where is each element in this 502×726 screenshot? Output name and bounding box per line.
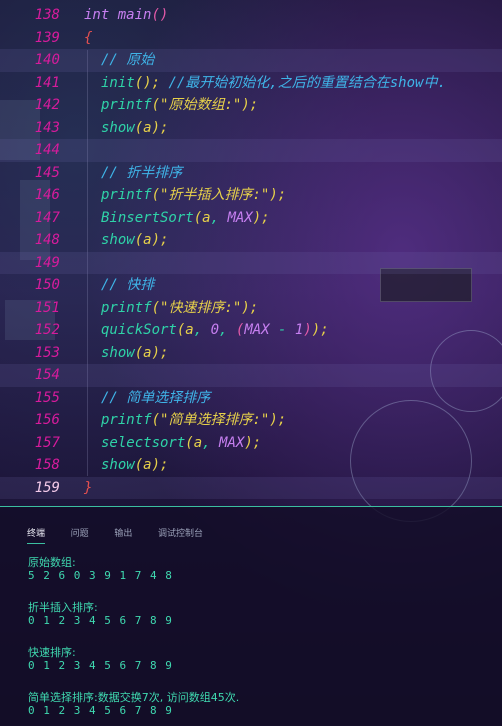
line-number: 158 xyxy=(34,457,60,473)
line-number: 144 xyxy=(34,142,60,158)
line-number: 156 xyxy=(34,412,60,428)
code-line[interactable]: 144 xyxy=(0,139,502,162)
line-number: 151 xyxy=(34,299,60,316)
code-text: quickSort(a, 0, (MAX - 1)); xyxy=(101,322,329,338)
line-number: 145 xyxy=(34,164,60,181)
line-number: 139 xyxy=(34,29,60,46)
tab-terminal[interactable]: 终端 xyxy=(27,526,46,544)
code-line[interactable]: 140 // 原始 xyxy=(0,49,502,72)
code-line[interactable]: 151 printf("快速排序:"); xyxy=(0,297,502,320)
line-number: 157 xyxy=(34,434,60,451)
line-number: 142 xyxy=(34,97,60,113)
code-text: printf("简单选择排序:"); xyxy=(101,412,287,428)
terminal-line: 0 1 2 3 4 5 6 7 8 9 xyxy=(28,659,173,672)
terminal-line: 快速排序: xyxy=(28,646,76,659)
terminal-line: 0 1 2 3 4 5 6 7 8 9 xyxy=(28,614,173,627)
code-line[interactable]: 143 show(a); xyxy=(0,117,502,140)
terminal-line: 5 2 6 0 3 9 1 7 4 8 xyxy=(28,569,173,582)
code-line[interactable]: 154 xyxy=(0,364,502,387)
tab-debug-console[interactable]: 调试控制台 xyxy=(158,526,203,543)
code-line[interactable]: 139 { xyxy=(0,27,502,50)
line-number: 153 xyxy=(34,344,60,361)
code-text: { xyxy=(84,29,93,46)
code-line[interactable]: 141 init(); //最开始初始化,之后的重置结合在show中. xyxy=(0,72,502,95)
line-number: 159 xyxy=(34,479,60,496)
line-number: 149 xyxy=(34,254,60,271)
line-number: 138 xyxy=(34,7,60,23)
code-text: show(a); xyxy=(101,457,169,473)
code-line[interactable]: 155 // 简单选择排序 xyxy=(0,387,502,410)
code-line[interactable]: 158 show(a); xyxy=(0,454,502,477)
code-editor[interactable]: 138 int main() 139 { 140 // 原始 141 init(… xyxy=(0,0,502,506)
terminal-line: 0 1 2 3 4 5 6 7 8 9 xyxy=(28,704,173,717)
code-text: selectsort(a, MAX); xyxy=(101,434,262,451)
code-text: printf("原始数组:"); xyxy=(101,97,259,113)
tab-output[interactable]: 输出 xyxy=(114,526,132,543)
code-comment: // 折半排序 xyxy=(101,164,183,181)
line-number: 146 xyxy=(34,187,60,203)
code-comment: // 原始 xyxy=(101,52,155,68)
line-number: 141 xyxy=(34,74,60,91)
code-line[interactable]: 147 BinsertSort(a, MAX); xyxy=(0,207,502,230)
code-text: init(); //最开始初始化,之后的重置结合在show中. xyxy=(101,74,446,91)
code-text: show(a); xyxy=(101,344,169,361)
panel-tabs: 终端 问题 输出 调试控制台 xyxy=(27,521,219,544)
code-line[interactable]: 142 printf("原始数组:"); xyxy=(0,94,502,117)
code-text: BinsertSort(a, MAX); xyxy=(101,209,270,226)
line-number: 155 xyxy=(34,389,60,406)
code-text: show(a); xyxy=(101,232,169,248)
line-number: 143 xyxy=(34,119,60,136)
code-line[interactable]: 153 show(a); xyxy=(0,342,502,365)
code-line[interactable]: 149 xyxy=(0,251,502,274)
code-line-current[interactable]: 159 } xyxy=(0,476,502,499)
tab-problems[interactable]: 问题 xyxy=(71,526,89,543)
line-number: 140 xyxy=(34,52,60,68)
code-text: printf("折半插入排序:"); xyxy=(101,187,287,203)
line-number: 147 xyxy=(34,209,60,226)
code-line[interactable]: 157 selectsort(a, MAX); xyxy=(0,432,502,455)
code-line[interactable]: 152 quickSort(a, 0, (MAX - 1)); xyxy=(0,319,502,342)
line-number: 148 xyxy=(34,232,60,248)
line-number: 152 xyxy=(34,322,60,338)
bottom-panel: 终端 问题 输出 调试控制台 原始数组: 5 2 6 0 3 9 1 7 4 8… xyxy=(0,506,502,726)
code-text: printf("快速排序:"); xyxy=(101,299,259,316)
code-line[interactable]: 146 printf("折半插入排序:"); xyxy=(0,184,502,207)
line-number: 154 xyxy=(34,367,60,383)
code-line[interactable]: 150 // 快排 xyxy=(0,274,502,297)
code-line[interactable]: 156 printf("简单选择排序:"); xyxy=(0,409,502,432)
terminal-line: 简单选择排序:数据交换7次, 访问数组45次. xyxy=(28,691,240,704)
line-number: 150 xyxy=(34,277,60,293)
code-line[interactable]: 148 show(a); xyxy=(0,229,502,252)
code-line[interactable]: 138 int main() xyxy=(0,4,502,27)
terminal-line: 折半插入排序: xyxy=(28,601,98,614)
code-comment: // 简单选择排序 xyxy=(101,389,211,406)
code-text: } xyxy=(84,479,93,496)
code-comment: // 快排 xyxy=(101,277,155,293)
code-text: show(a); xyxy=(101,119,169,136)
code-line[interactable]: 145 // 折半排序 xyxy=(0,162,502,185)
terminal-line: 原始数组: xyxy=(28,556,76,569)
code-text: int main() xyxy=(84,7,169,23)
